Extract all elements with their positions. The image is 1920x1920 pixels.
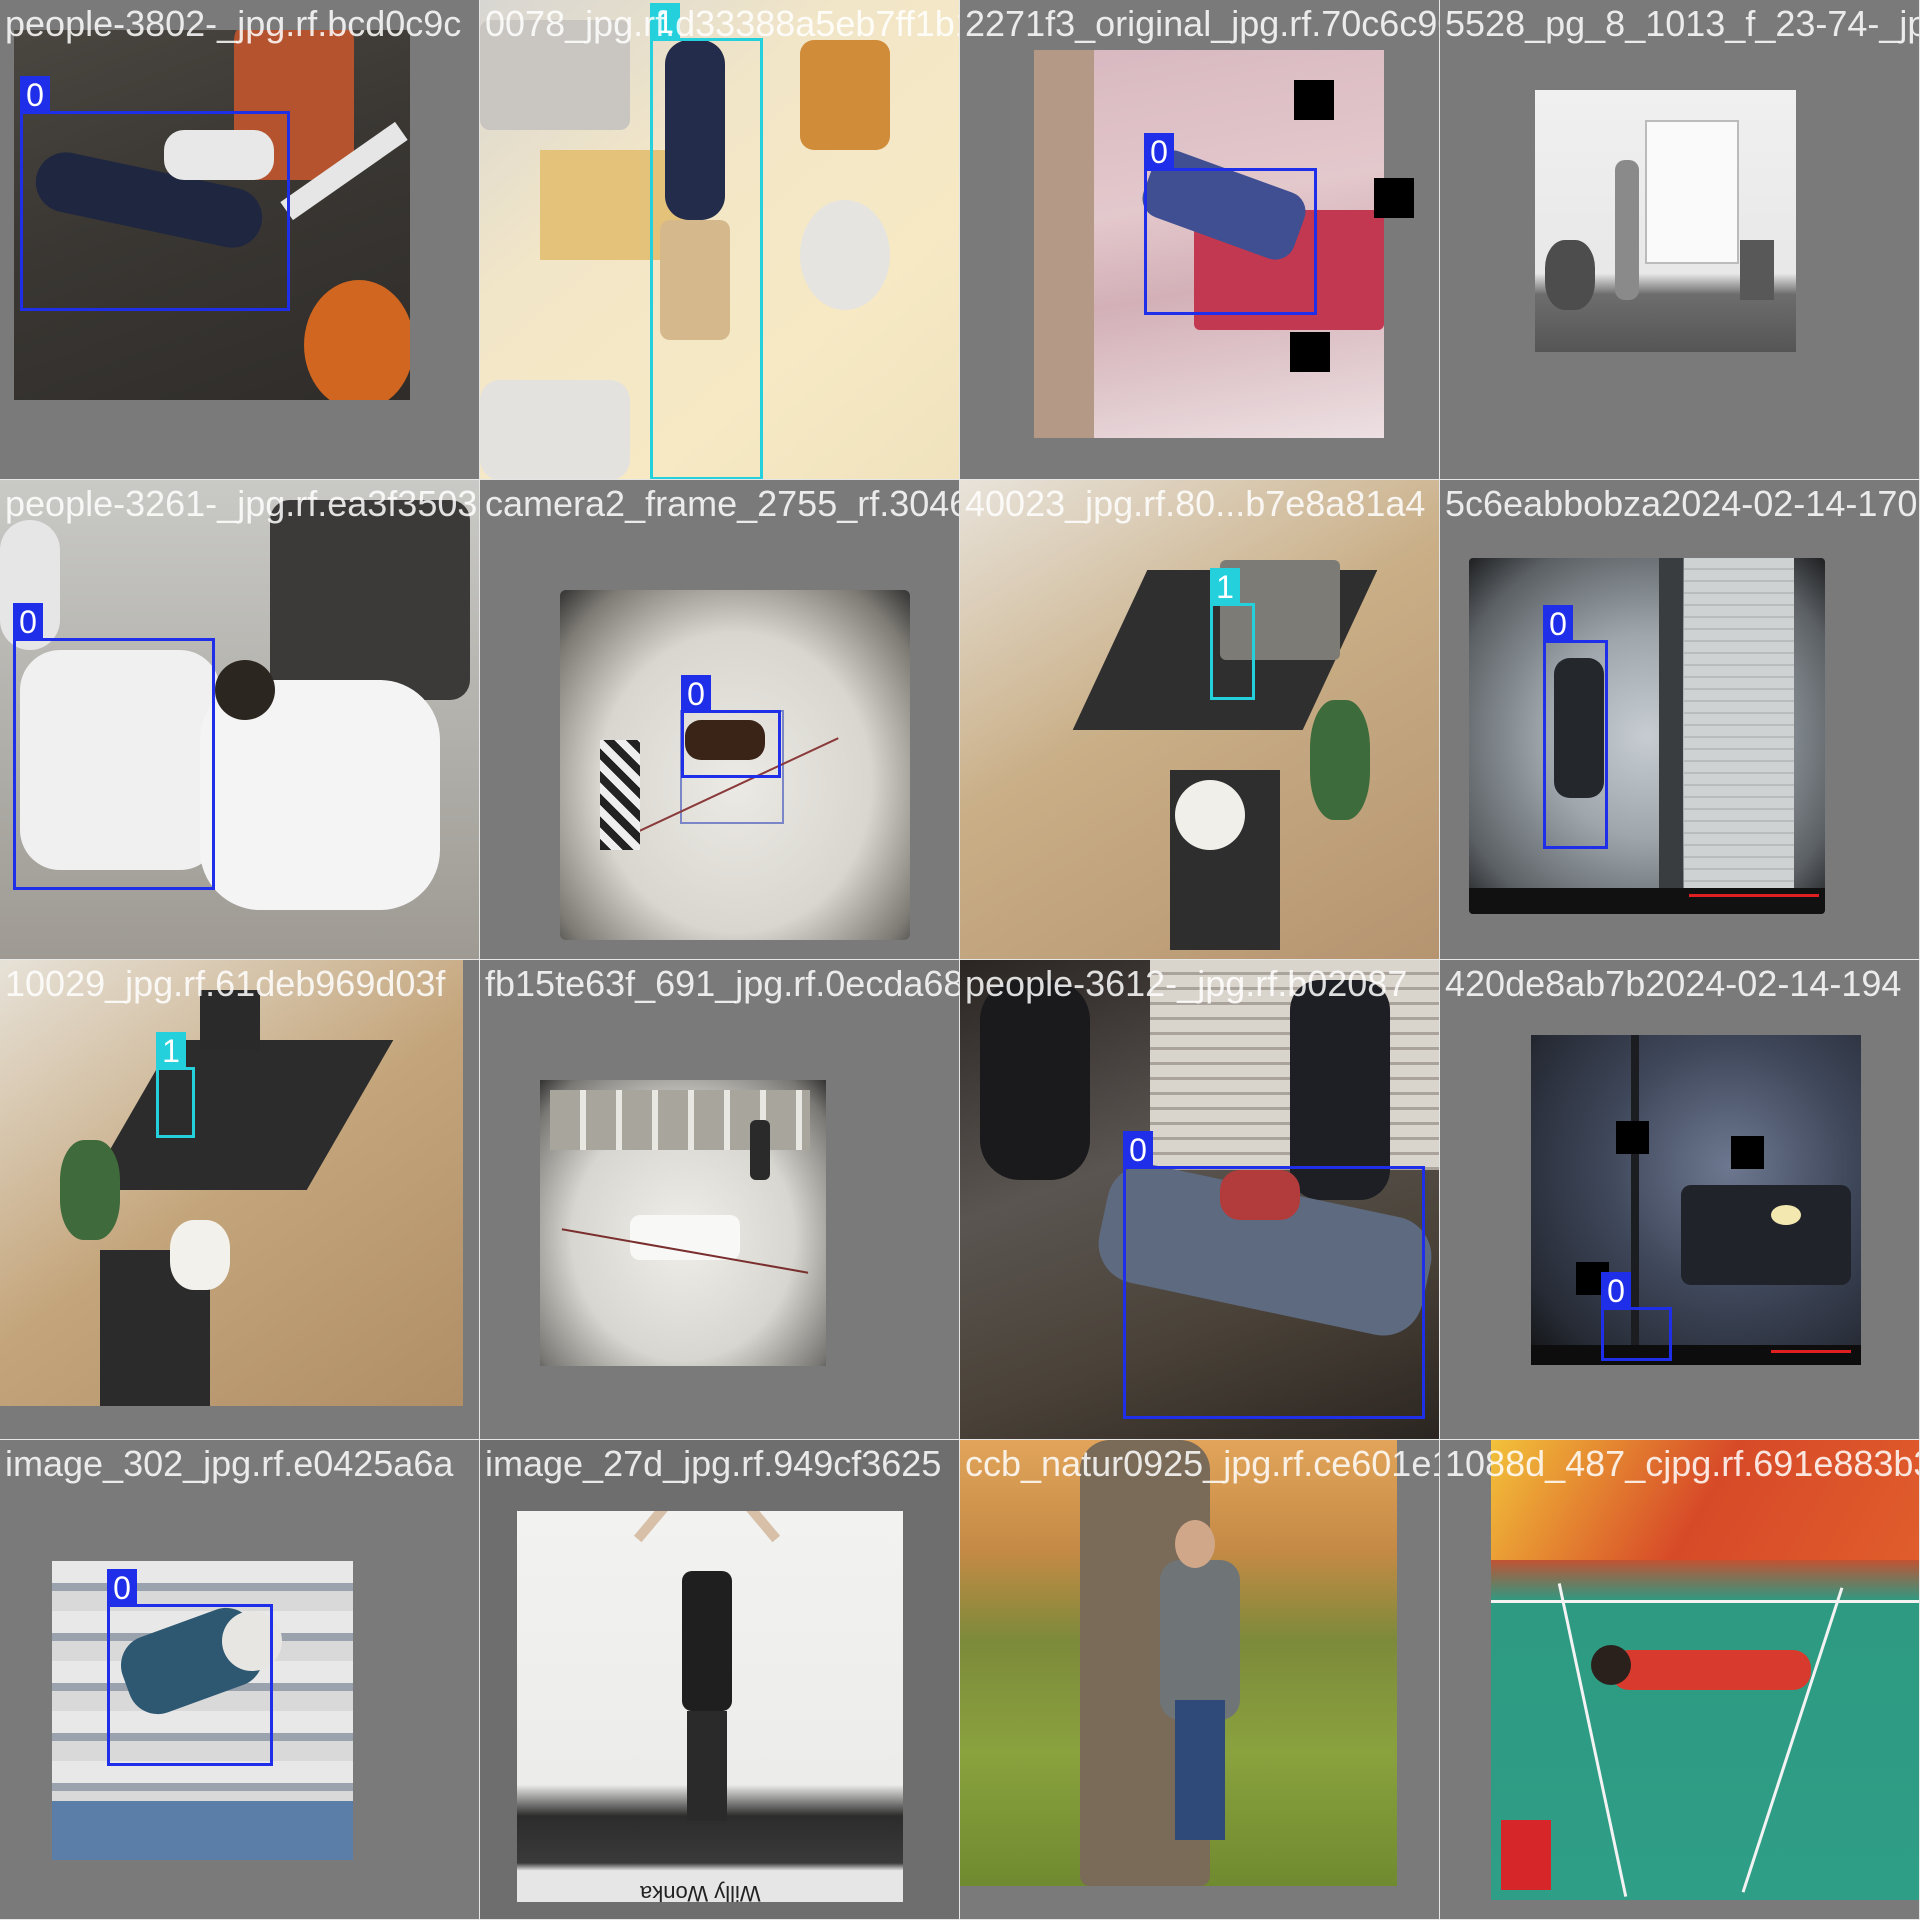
bbox-class-0: 0 [13, 603, 215, 890]
bbox-class-0: 0 [1601, 1272, 1672, 1361]
bbox-class-0: 0 [1123, 1131, 1425, 1419]
tile-filename: camera2_frame_2755_rf.3046f4b050 [485, 483, 959, 524]
mosaic-tile: 0078_jpg.rf.d33388a5eb7ff1b122 1 [480, 0, 960, 480]
bbox-label: 1 [650, 3, 680, 40]
caption-text: Willy Wonka [640, 1881, 761, 1906]
bbox-class-1: 1 [1210, 568, 1255, 700]
bbox-label: 0 [1543, 605, 1573, 642]
mosaic-tile: 40023_jpg.rf.80...b7e8a81a4 1 [960, 480, 1440, 960]
tile-filename: 420de8ab7b2024-02-14-194 [1445, 963, 1902, 1004]
mosaic-tile: people-3261-_jpg.rf.ea3f3503 0 [0, 480, 480, 960]
mosaic-tile: people-3802-_jpg.rf.bcd0c9c 0 [0, 0, 480, 480]
mosaic-tile: camera2_frame_2755_rf.3046f4b050 0 [480, 480, 960, 960]
tile-filename: 2271f3_original_jpg.rf.70c6c903 [965, 3, 1440, 44]
cutout-mask [1374, 178, 1414, 218]
bbox-label: 1 [1210, 568, 1240, 605]
tile-filename: image_27d_jpg.rf.949cf3625 [485, 1443, 942, 1484]
bbox-label: 0 [1601, 1272, 1631, 1309]
tile-photo [960, 480, 1439, 959]
tile-photo [1469, 558, 1825, 914]
mosaic-tile: ccb_natur0925_jpg.rf.ce601e1 [960, 1440, 1440, 1920]
cutout-mask [1731, 1136, 1764, 1169]
tile-filename: 5528_pg_8_1013_f_23-74-_jpg.rf [1445, 3, 1919, 44]
tile-filename: 5c6eabbobza2024-02-14-170 [1445, 483, 1918, 524]
tile-photo [1531, 1035, 1861, 1365]
tile-photo [0, 960, 463, 1406]
bbox-label: 1 [156, 1032, 186, 1069]
bbox-label: 0 [20, 76, 50, 113]
bbox-class-1: 1 [650, 3, 763, 479]
tile-photo [1491, 1440, 1919, 1900]
mosaic-tile: Willy Wonka image_27d_jpg.rf.949cf3625 [480, 1440, 960, 1920]
bbox-label: 0 [1144, 133, 1174, 170]
mosaic-tile: fb15te63f_691_jpg.rf.0ecda68c [480, 960, 960, 1440]
mosaic-tile: people-3612-_jpg.rf.b02087 0 [960, 960, 1440, 1440]
tile-photo [960, 1440, 1397, 1886]
bbox-class-1: 1 [156, 1032, 195, 1138]
cutout-mask [1290, 332, 1330, 372]
bbox-class-0: 0 [681, 675, 781, 778]
mosaic-tile: 5c6eabbobza2024-02-14-170 0 [1440, 480, 1920, 960]
mosaic-tile: image_302_jpg.rf.e0425a6a 0 [0, 1440, 480, 1920]
tile-photo [1535, 90, 1796, 352]
tile-filename: image_302_jpg.rf.e0425a6a [5, 1443, 454, 1484]
training-batch-mosaic: people-3802-_jpg.rf.bcd0c9c 0 0078_jpg.r… [0, 0, 1920, 1920]
bbox-label: 0 [1123, 1131, 1153, 1168]
tile-photo [540, 1080, 826, 1366]
cutout-mask [1616, 1121, 1649, 1154]
tile-filename: fb15te63f_691_jpg.rf.0ecda68c [485, 963, 960, 1004]
bbox-label: 0 [107, 1569, 137, 1606]
mosaic-tile: 2271f3_original_jpg.rf.70c6c903 0 [960, 0, 1440, 480]
cutout-mask [1294, 80, 1334, 120]
mosaic-tile: 10029_jpg.rf.61deb969d03f 1 [0, 960, 480, 1440]
bbox-label: 0 [13, 603, 43, 640]
bbox-class-0: 0 [20, 76, 290, 311]
bbox-label: 0 [681, 675, 711, 712]
bbox-class-0: 0 [107, 1569, 273, 1766]
mosaic-tile: 5528_pg_8_1013_f_23-74-_jpg.rf [1440, 0, 1920, 480]
bbox-class-0: 0 [1543, 605, 1608, 849]
bbox-class-0: 0 [1144, 133, 1317, 315]
tile-photo [517, 1511, 903, 1902]
mosaic-tile: 1088d_487_cjpg.rf.691e883b3 [1440, 1440, 1920, 1920]
mosaic-tile: 420de8ab7b2024-02-14-194 0 [1440, 960, 1920, 1440]
